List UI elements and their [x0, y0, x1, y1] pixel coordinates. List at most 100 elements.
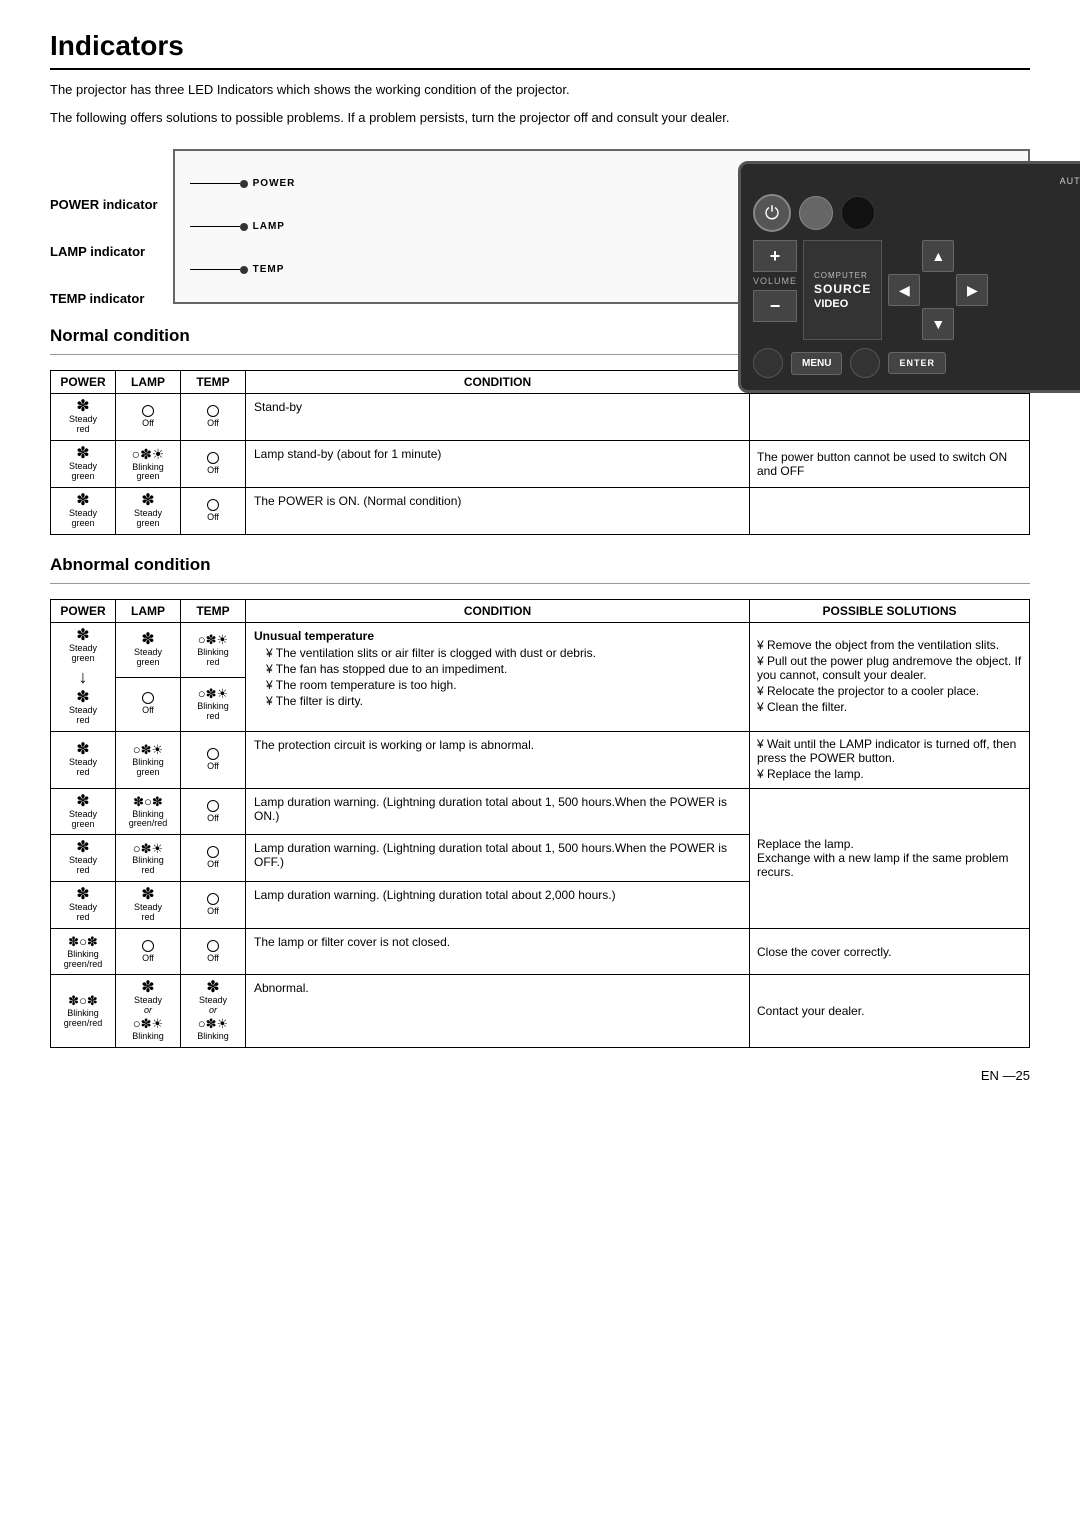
remote-circle1[interactable]	[799, 196, 833, 230]
condition-cell: Lamp duration warning. (Lightning durati…	[246, 882, 750, 929]
navigation-arrows: ▲ ◀ ▶ ▼	[888, 240, 988, 340]
remote-circle2[interactable]	[841, 196, 875, 230]
th-solutions: POSSIBLE SOLUTIONS	[750, 600, 1030, 623]
th-condition2: CONDITION	[246, 600, 750, 623]
condition-cell: The lamp or filter cover is not closed.	[246, 929, 750, 975]
temp-off: Off	[207, 846, 219, 870]
condition-cell: Lamp duration warning. (Lightning durati…	[246, 788, 750, 835]
table-row: ✽ Steady red ○✽☀ Blinking green Off The …	[51, 731, 1030, 788]
temp-led-text: TEMP	[253, 264, 285, 275]
power-blinking-green-red: ✽○✽ Blinking green/red	[64, 934, 103, 969]
arrow-left-button[interactable]: ◀	[888, 274, 920, 306]
power-cell: ✽ Steady green	[51, 488, 116, 535]
computer-label: COMPUTER	[814, 271, 871, 280]
table-row: ✽ Steady green ○✽☀ Blinking green Off La…	[51, 440, 1030, 488]
temp-cell: Off	[181, 788, 246, 835]
temp-off: Off	[207, 748, 219, 772]
lamp-cell: Off	[116, 677, 181, 731]
power-icon: ⏻	[765, 203, 779, 224]
power-cell: ✽ Steady red	[51, 882, 116, 929]
source-label: SOURCE	[814, 282, 871, 296]
temp-off: Off	[207, 499, 219, 523]
volume-down-button[interactable]: −	[753, 290, 797, 322]
power-cell: ✽ Steady green ↓ ✽ Steady red	[51, 623, 116, 732]
remote-circle3[interactable]	[753, 348, 783, 378]
temp-cell: ✽ Steady or ○✽☀ Blinking	[181, 975, 246, 1047]
lamp-cell: ✽ Steady or ○✽☀ Blinking	[116, 975, 181, 1047]
lamp-cell: ○✽☀ Blinking green	[116, 440, 181, 488]
lamp-led-text: LAMP	[253, 221, 285, 232]
temp-cell: Off	[181, 488, 246, 535]
arrow-empty-3	[888, 308, 920, 340]
condition-cell: The protection circuit is working or lam…	[246, 731, 750, 788]
lamp-steady-or-blinking: ✽ Steady or ○✽☀ Blinking	[132, 980, 164, 1041]
table-row: ✽ Steady green ↓ ✽ Steady red ✽ Steady	[51, 623, 1030, 678]
power-cell: ✽ Steady green	[51, 440, 116, 488]
th-lamp: LAMP	[116, 371, 181, 394]
temp-cell: Off	[181, 440, 246, 488]
indicators-diagram: POWER indicator LAMP indicator TEMP indi…	[50, 147, 1030, 306]
intro-line2: The following offers solutions to possib…	[50, 108, 1030, 128]
temp-blinking-red: ○✽☀ Blinking red	[197, 632, 229, 667]
temp-cell: ○✽☀ Blinking red	[181, 677, 246, 731]
power-cell: ✽○✽ Blinking green/red	[51, 929, 116, 975]
menu-button[interactable]: MENU	[791, 352, 842, 375]
remote-circle4[interactable]	[850, 348, 880, 378]
video-label: VIDEO	[814, 298, 871, 310]
power-icon-steady-green: ✽ Steady green	[69, 446, 97, 482]
remote-row3: MENU ENTER	[753, 348, 1080, 378]
table-row: ✽○✽ Blinking green/red Off Off The lamp …	[51, 929, 1030, 975]
power-cell: ✽ Steady red	[51, 394, 116, 441]
power-cell: ✽ Steady red	[51, 731, 116, 788]
volume-section: + VOLUME −	[753, 240, 797, 340]
enter-button[interactable]: ENTER	[888, 352, 946, 374]
th-condition: CONDITION	[246, 371, 750, 394]
section-divider-2	[50, 583, 1030, 584]
temp-off: Off	[207, 940, 219, 964]
power-steady-red2: ✽ Steady red	[69, 840, 97, 876]
condition-cell: Unusual temperature The ventilation slit…	[246, 623, 750, 732]
lamp-cell: ○✽☀ Blinking green	[116, 731, 181, 788]
source-video-section: COMPUTER SOURCE VIDEO	[803, 240, 882, 340]
temp-cell: Off	[181, 882, 246, 929]
abnormal-condition-heading: Abnormal condition	[50, 555, 1030, 575]
power-button[interactable]: ⏻	[753, 194, 791, 232]
notes-cell	[750, 394, 1030, 441]
power-cell: ✽○✽ Blinking green/red	[51, 975, 116, 1047]
abnormal-condition-table: POWER LAMP TEMP CONDITION POSSIBLE SOLUT…	[50, 599, 1030, 1048]
condition-cell: Stand-by	[246, 394, 750, 441]
solutions-cell: Wait until the LAMP indicator is turned …	[750, 731, 1030, 788]
page-title: Indicators	[50, 30, 1030, 70]
lamp-cell: Off	[116, 394, 181, 441]
lamp-steady-green: ✽ Steady green	[134, 493, 162, 529]
table-row: ✽○✽ Blinking green/red ✽ Steady or ○✽☀ B…	[51, 975, 1030, 1047]
lamp-off: Off	[142, 940, 154, 964]
temp-cell: Off	[181, 731, 246, 788]
th-temp: TEMP	[181, 371, 246, 394]
solutions-cell: Replace the lamp.Exchange with a new lam…	[750, 788, 1030, 928]
power-cell: ✽ Steady red	[51, 835, 116, 882]
temp-cell: Off	[181, 835, 246, 882]
th-power2: POWER	[51, 600, 116, 623]
volume-label: VOLUME	[753, 276, 797, 286]
remote-row2: + VOLUME − COMPUTER SOURCE VIDEO ▲ ◀	[753, 240, 1080, 340]
table-row: ✽ Steady green ✽ Steady green Off The PO…	[51, 488, 1030, 535]
lamp-cell: ✽ Steady green	[116, 488, 181, 535]
arrow-right-button[interactable]: ▶	[956, 274, 988, 306]
arrow-down-button[interactable]: ▼	[922, 308, 954, 340]
power-cell: ✽ Steady green	[51, 788, 116, 835]
power-steady-red: ✽ Steady red	[69, 742, 97, 778]
lamp-cell: ○✽☀ Blinking red	[116, 835, 181, 882]
temp-off: Off	[207, 452, 219, 476]
lamp-blinking-green: ○✽☀ Blinking green	[132, 446, 165, 483]
lamp-off: Off	[142, 405, 154, 429]
page-number: EN —25	[50, 1068, 1030, 1083]
condition-cell: Abnormal.	[246, 975, 750, 1047]
table-row: ✽ Steady green ✽○✽ Blinking green/red Of…	[51, 788, 1030, 835]
solutions-cell: Contact your dealer.	[750, 975, 1030, 1047]
arrow-up-button[interactable]: ▲	[922, 240, 954, 272]
volume-up-button[interactable]: +	[753, 240, 797, 272]
arrow-empty-2	[956, 240, 988, 272]
temp-off: Off	[207, 893, 219, 917]
power-blinking-green-red2: ✽○✽ Blinking green/red	[64, 993, 103, 1028]
